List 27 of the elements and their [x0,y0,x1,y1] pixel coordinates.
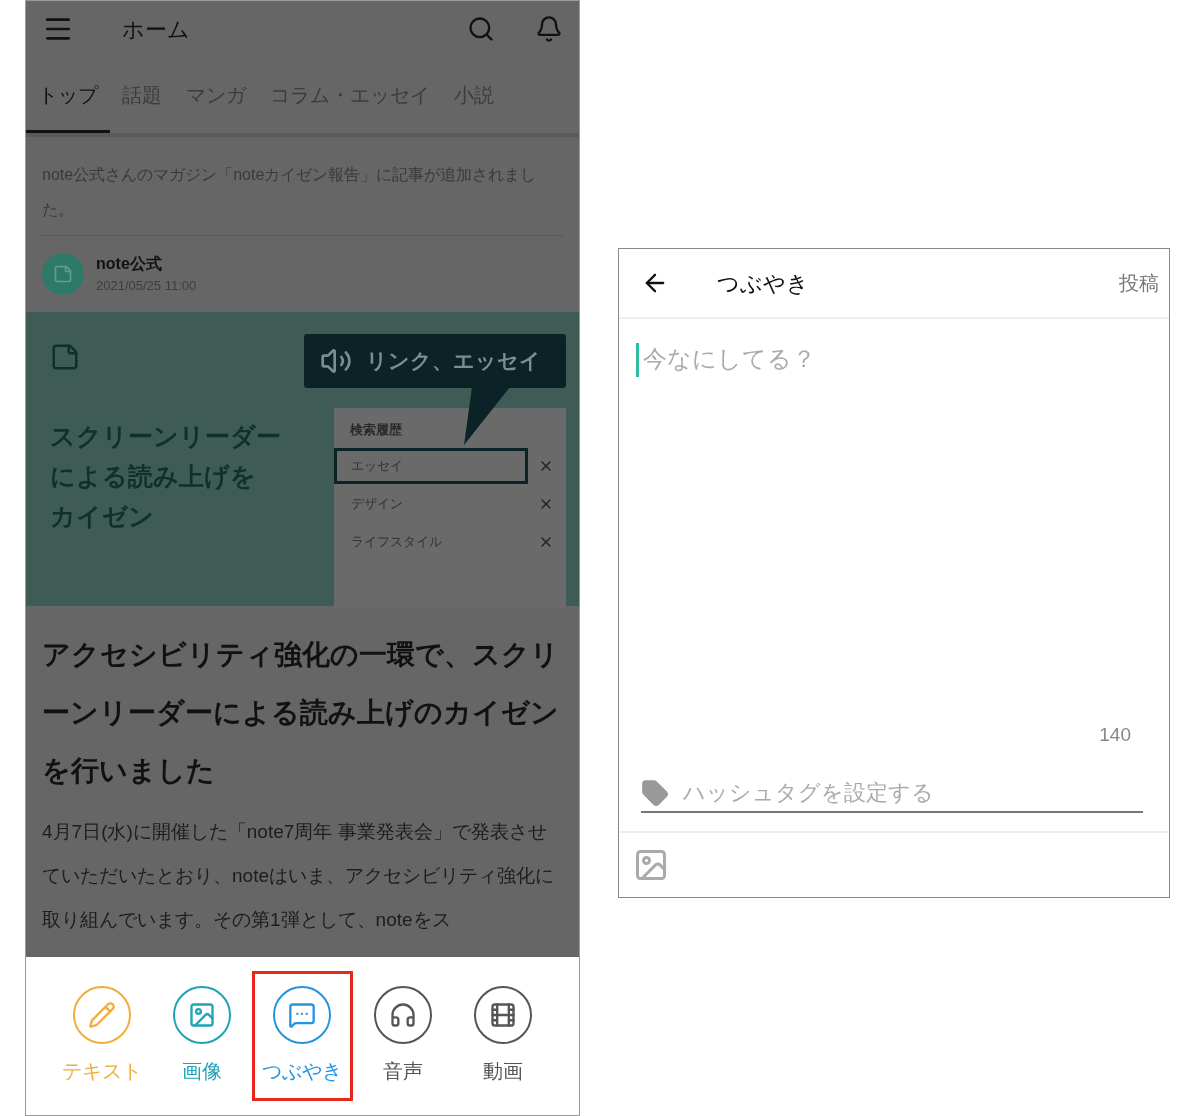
video-type-icon [488,1001,517,1029]
post-type-button[interactable]: 画像 [152,971,253,1101]
article-title: アクセシビリティ強化の一環で、スクリーンリーダーによる読み上げのカイゼンを行いました [42,637,560,788]
tag-icon [641,778,669,807]
text-cursor [636,343,639,377]
author-name: note公式 [96,254,163,274]
post-button[interactable]: 投稿 [1119,268,1159,298]
avatar [42,252,84,295]
app-title: ホーム [122,15,190,44]
post-type-button[interactable]: テキスト [52,971,153,1101]
article-body: 4月7日(水)に開催した「note7周年 事業発表会」で発表させていただいたとおり、noteはいま、アクセシビリティ強化に取り組んでいます。その第1弾として、noteをス [42,819,555,932]
post-type-button[interactable]: 動画 [452,971,553,1101]
history-title: 検索履歴 [348,420,403,439]
post-type-button[interactable]: つぶやき [252,971,353,1101]
bubble-text: リンク、エッセイ [366,347,541,374]
audio-type-icon [388,1001,417,1029]
search-icon[interactable] [467,15,495,43]
char-counter: 140 [1099,723,1131,747]
hashtag-input[interactable]: ハッシュタグを設定する [683,776,1143,809]
text-type-icon [88,1001,117,1029]
image-type-icon [188,1001,217,1029]
compose-title: つぶやき [717,269,809,298]
bell-icon[interactable] [535,15,563,43]
post-type-button[interactable]: 音声 [352,971,453,1101]
category-tab[interactable]: トップ [26,72,110,133]
image-icon[interactable] [633,847,669,883]
murmur-type-icon [288,1001,317,1029]
